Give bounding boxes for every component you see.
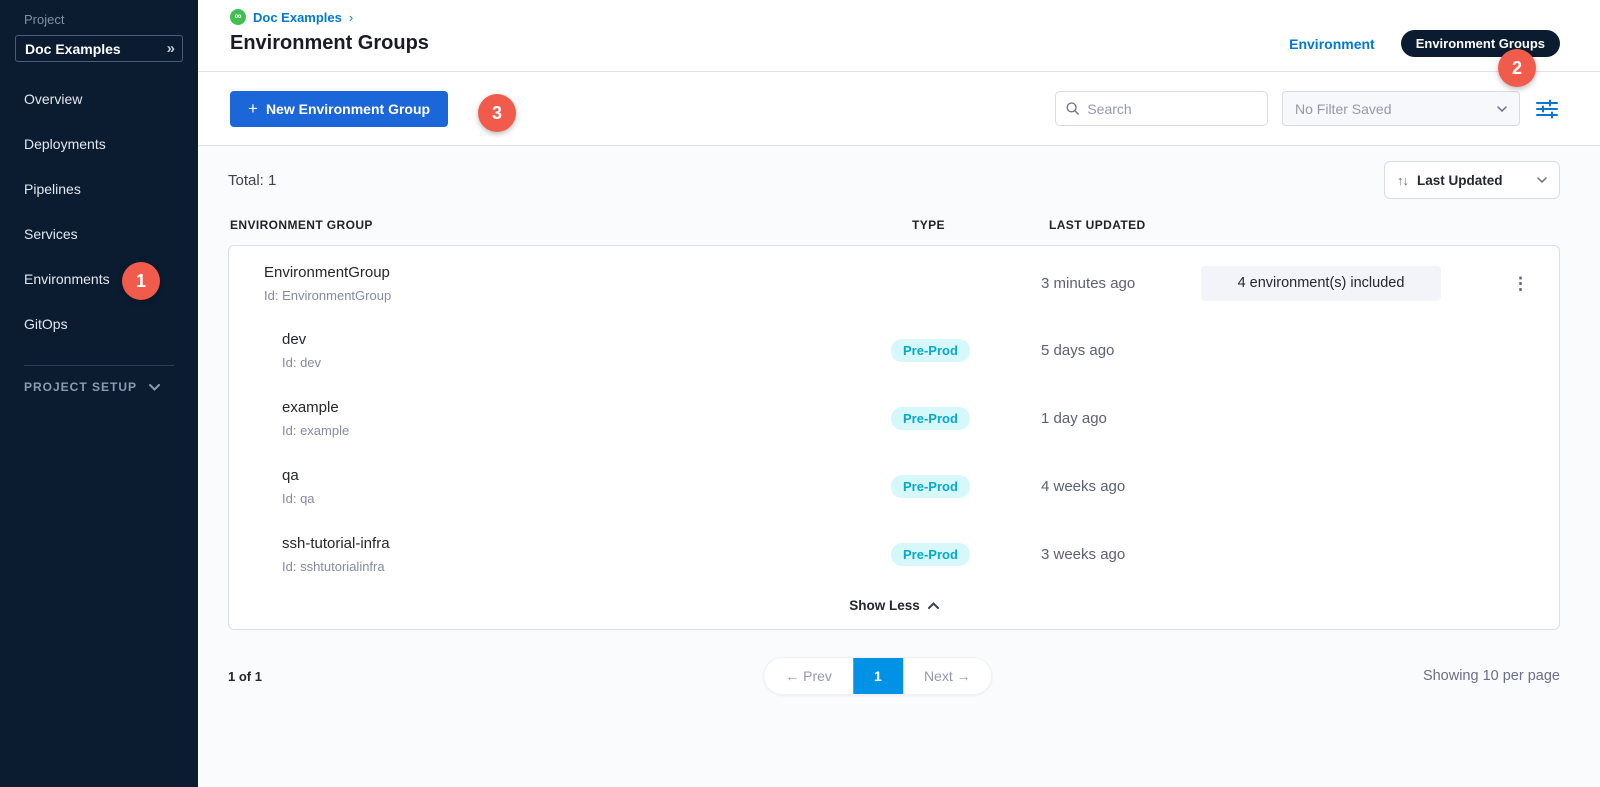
environment-last-updated: 4 weeks ago [1041, 478, 1201, 495]
main-panel: ∞ Doc Examples › Environment Groups Envi… [198, 0, 1600, 787]
saved-filter-dropdown[interactable]: No Filter Saved [1282, 91, 1520, 126]
sidebar-divider [24, 365, 174, 366]
environment-id: Id: sshtutorialinfra [282, 559, 891, 574]
prev-page-button[interactable]: ← Prev [764, 658, 853, 694]
sidebar-nav: Overview Deployments Pipelines Services … [0, 76, 198, 346]
sidebar: Project Doc Examples » Overview Deployme… [0, 0, 198, 787]
environment-row[interactable]: example Id: example Pre-Prod 1 day ago [229, 384, 1559, 452]
title-row: Environment Groups Environment Environme… [230, 30, 1560, 57]
show-less-toggle[interactable]: Show Less [229, 588, 1559, 627]
new-environment-group-button[interactable]: + New Environment Group [230, 91, 448, 127]
environment-name: ssh-tutorial-infra [282, 535, 891, 552]
chevron-down-icon [149, 384, 160, 391]
environment-row[interactable]: ssh-tutorial-infra Id: sshtutorialinfra … [229, 520, 1559, 588]
annotation-step-2: 2 [1498, 49, 1536, 87]
environment-last-updated: 1 day ago [1041, 410, 1201, 427]
environment-name: dev [282, 331, 891, 348]
environment-last-updated: 5 days ago [1041, 342, 1201, 359]
environments-included-chip[interactable]: 4 environment(s) included [1201, 266, 1441, 301]
project-selector[interactable]: Doc Examples » [15, 35, 183, 62]
plus-icon: + [248, 99, 258, 119]
environment-row[interactable]: dev Id: dev Pre-Prod 5 days ago [229, 316, 1559, 384]
sidebar-item-overview[interactable]: Overview [0, 76, 198, 121]
environment-id: Id: dev [282, 355, 891, 370]
group-last-updated: 3 minutes ago [1041, 275, 1201, 292]
type-badge: Pre-Prod [891, 475, 970, 498]
next-page-button[interactable]: Next → [903, 658, 992, 694]
search-box[interactable] [1055, 91, 1268, 126]
project-setup-toggle[interactable]: PROJECT SETUP [0, 380, 198, 394]
group-id: Id: EnvironmentGroup [264, 288, 891, 303]
group-row[interactable]: EnvironmentGroup Id: EnvironmentGroup 3 … [229, 250, 1559, 316]
page-info: 1 of 1 [228, 669, 262, 684]
project-label: Project [0, 12, 198, 27]
app-window: Project Doc Examples » Overview Deployme… [0, 0, 1600, 787]
environment-id: Id: example [282, 423, 891, 438]
type-badge: Pre-Prod [891, 543, 970, 566]
summary-row: Total: 1 ↑↓ Last Updated [228, 161, 1560, 199]
environment-id: Id: qa [282, 491, 891, 506]
environment-last-updated: 3 weeks ago [1041, 546, 1201, 563]
sliders-icon [1536, 99, 1558, 119]
sidebar-item-pipelines[interactable]: Pipelines [0, 166, 198, 211]
project-name: Doc Examples [25, 41, 121, 57]
group-name: EnvironmentGroup [264, 264, 891, 281]
column-last-updated: LAST UPDATED [1049, 218, 1560, 232]
cd-module-icon: ∞ [230, 9, 246, 25]
current-page-button[interactable]: 1 [853, 658, 903, 694]
content-area: Total: 1 ↑↓ Last Updated ENVIRONMENT GRO… [198, 146, 1600, 787]
pagination: 1 of 1 ← Prev 1 Next → Showing 10 per pa… [228, 656, 1560, 696]
search-icon [1066, 101, 1079, 116]
total-count: Total: 1 [228, 172, 276, 189]
chevron-up-icon [928, 602, 939, 609]
per-page-info: Showing 10 per page [1423, 668, 1560, 684]
expand-project-icon[interactable]: » [167, 40, 173, 57]
toolbar-right: No Filter Saved [1055, 91, 1560, 126]
filter-settings-button[interactable] [1534, 97, 1560, 121]
kebab-menu-icon[interactable]: ⋮ [1512, 275, 1529, 292]
chevron-down-icon [1497, 106, 1507, 112]
sidebar-item-gitops[interactable]: GitOps [0, 301, 198, 346]
type-badge: Pre-Prod [891, 407, 970, 430]
sidebar-item-services[interactable]: Services [0, 211, 198, 256]
sort-arrows-icon: ↑↓ [1397, 173, 1408, 188]
environment-name: qa [282, 467, 891, 484]
annotation-step-1: 1 [122, 262, 160, 300]
sort-dropdown[interactable]: ↑↓ Last Updated [1384, 161, 1560, 199]
tab-environment-groups[interactable]: Environment Groups [1401, 30, 1560, 57]
environment-group-card: EnvironmentGroup Id: EnvironmentGroup 3 … [228, 245, 1560, 630]
chevron-down-icon [1537, 177, 1547, 183]
breadcrumb-project-link[interactable]: Doc Examples [253, 10, 342, 25]
sort-label: Last Updated [1417, 173, 1528, 188]
tab-environment[interactable]: Environment [1289, 36, 1375, 52]
environment-name: example [282, 399, 891, 416]
sidebar-item-environments[interactable]: Environments [0, 256, 198, 301]
sidebar-item-deployments[interactable]: Deployments [0, 121, 198, 166]
pager: ← Prev 1 Next → [763, 657, 992, 695]
group-name-cell: EnvironmentGroup Id: EnvironmentGroup [264, 264, 891, 303]
type-badge: Pre-Prod [891, 339, 970, 362]
breadcrumb: ∞ Doc Examples › [230, 7, 1560, 27]
column-type: TYPE [912, 218, 1049, 232]
breadcrumb-separator: › [349, 10, 353, 25]
project-setup-label: PROJECT SETUP [24, 380, 137, 394]
environment-row[interactable]: qa Id: qa Pre-Prod 4 weeks ago [229, 452, 1559, 520]
table-header-row: ENVIRONMENT GROUP TYPE LAST UPDATED [228, 218, 1560, 232]
toolbar: + New Environment Group No Filter Saved [198, 72, 1600, 146]
annotation-step-3: 3 [478, 94, 516, 132]
search-input[interactable] [1087, 101, 1257, 117]
page-title: Environment Groups [230, 32, 429, 55]
page-header: ∞ Doc Examples › Environment Groups Envi… [198, 0, 1600, 72]
column-environment-group: ENVIRONMENT GROUP [230, 218, 912, 232]
